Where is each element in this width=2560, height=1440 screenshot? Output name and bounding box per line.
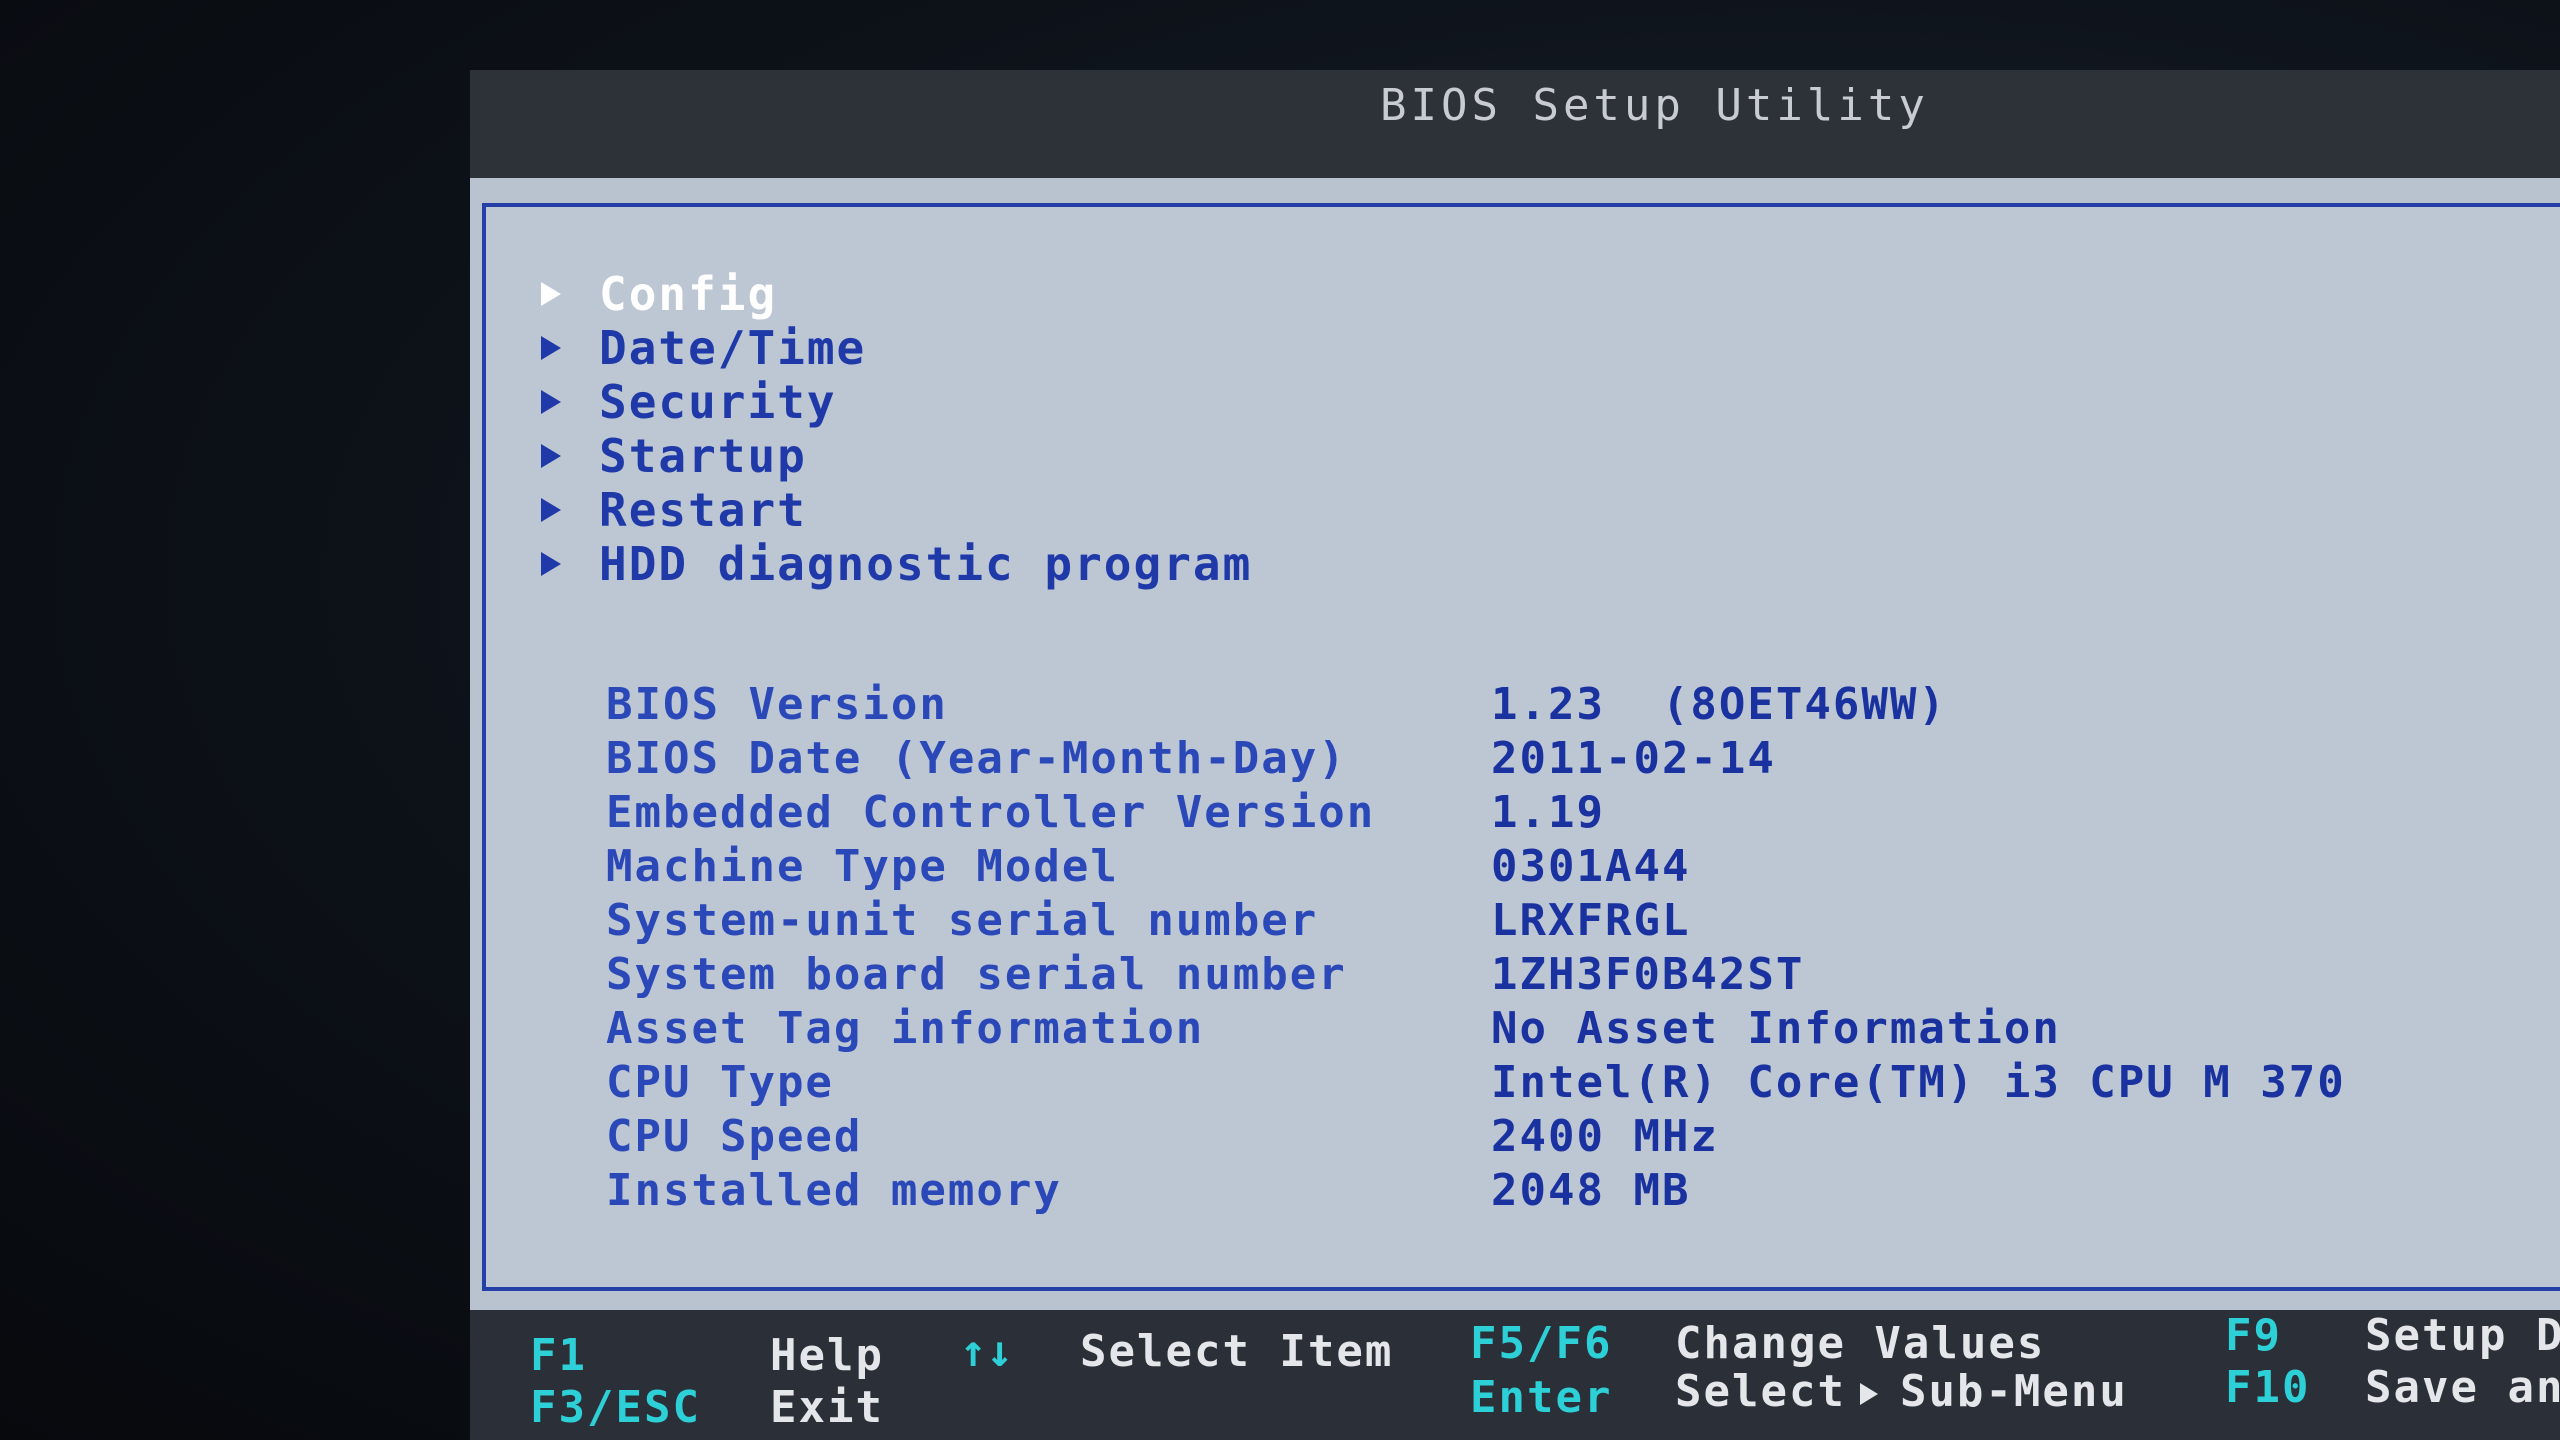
submenu-arrow-icon [541,336,561,360]
menu-item-hdd-diagnostic[interactable]: HDD diagnostic program [541,537,1252,591]
info-value: 2400 MHz [1491,1110,1719,1162]
submenu-arrow-icon [1859,1383,1878,1405]
key-f9-desc: Setup D [2365,1310,2560,1361]
info-value: Intel(R) Core(TM) i3 CPU M 370 [1491,1056,2346,1108]
main-menu: Config Date/Time Security Startup Restar… [541,267,1252,591]
key-help-bar: F1 Help F3/ESC Exit ↑↓ Select Item F5/F6… [470,1310,2560,1440]
info-label: System board serial number [606,948,1347,1000]
key-f1-desc: Help [770,1330,884,1381]
menu-item-startup[interactable]: Startup [541,429,1252,483]
info-value: 0301A44 [1491,840,1691,892]
menu-item-date-time[interactable]: Date/Time [541,321,1252,375]
submenu-arrow-icon [541,552,561,576]
main-panel: Config Date/Time Security Startup Restar… [470,178,2560,1378]
key-f10-desc: Save an [2365,1362,2560,1413]
info-value: LRXFRGL [1491,894,1691,946]
key-enter-desc-submenu: Sub-Menu [1899,1366,2128,1417]
info-row-bios-version: BIOS Version 1.23 (8OET46WW) [606,677,2346,731]
title-bar: BIOS Setup Utility [470,70,2560,180]
key-f1[interactable]: F1 [530,1330,587,1381]
page-title: BIOS Setup Utility [1380,80,1929,131]
system-info-table: BIOS Version 1.23 (8OET46WW) BIOS Date (… [606,677,2346,1217]
info-row-cpu-type: CPU Type Intel(R) Core(TM) i3 CPU M 370 [606,1055,2346,1109]
key-f3-desc: Exit [770,1382,884,1433]
menu-item-security[interactable]: Security [541,375,1252,429]
key-f9[interactable]: F9 [2225,1310,2282,1361]
info-label: Installed memory [606,1164,1062,1216]
key-f5-desc: Change Values [1675,1318,2046,1369]
menu-item-label: Security [599,375,837,429]
submenu-arrow-icon [541,444,561,468]
info-value: 2048 MB [1491,1164,1691,1216]
content-frame: Config Date/Time Security Startup Restar… [482,203,2560,1291]
info-value: 1ZH3F0B42ST [1491,948,1805,1000]
info-value: 2011-02-14 [1491,732,1776,784]
key-enter[interactable]: Enter [1470,1372,1612,1423]
menu-item-config[interactable]: Config [541,267,1252,321]
menu-item-label: HDD diagnostic program [599,537,1253,591]
key-f3-esc[interactable]: F3/ESC [530,1382,701,1433]
info-row-machine-type: Machine Type Model 0301A44 [606,839,2346,893]
submenu-arrow-icon [541,498,561,522]
submenu-arrow-icon [541,390,561,414]
info-label: Asset Tag information [606,1002,1205,1054]
menu-item-label: Startup [599,429,807,483]
info-label: Embedded Controller Version [606,786,1376,838]
info-row-cpu-speed: CPU Speed 2400 MHz [606,1109,2346,1163]
info-row-ec-version: Embedded Controller Version 1.19 [606,785,2346,839]
key-enter-desc-select: Select [1675,1366,1846,1417]
key-f5-f6[interactable]: F5/F6 [1470,1318,1612,1369]
info-row-system-serial: System-unit serial number LRXFRGL [606,893,2346,947]
info-value: 1.19 [1491,786,1605,838]
info-label: System-unit serial number [606,894,1319,946]
submenu-arrow-icon [541,282,561,306]
menu-item-label: Restart [599,483,807,537]
info-row-installed-memory: Installed memory 2048 MB [606,1163,2346,1217]
menu-item-restart[interactable]: Restart [541,483,1252,537]
info-label: BIOS Date (Year-Month-Day) [606,732,1347,784]
info-row-bios-date: BIOS Date (Year-Month-Day) 2011-02-14 [606,731,2346,785]
info-label: Machine Type Model [606,840,1119,892]
info-label: CPU Type [606,1056,834,1108]
info-value: No Asset Information [1491,1002,2061,1054]
info-label: BIOS Version [606,678,948,730]
info-label: CPU Speed [606,1110,863,1162]
up-down-arrows-icon: ↑↓ [960,1326,1013,1377]
info-row-asset-tag: Asset Tag information No Asset Informati… [606,1001,2346,1055]
info-row-board-serial: System board serial number 1ZH3F0B42ST [606,947,2346,1001]
menu-item-label: Config [599,267,778,321]
key-f10[interactable]: F10 [2225,1362,2310,1413]
key-arrows-desc: Select Item [1080,1326,1394,1377]
bios-screen: BIOS Setup Utility Config Date/Time Secu… [470,70,2560,1440]
key-enter-desc: Select Sub-Menu [1675,1366,2128,1417]
info-value: 1.23 (8OET46WW) [1491,678,1947,730]
menu-item-label: Date/Time [599,321,867,375]
